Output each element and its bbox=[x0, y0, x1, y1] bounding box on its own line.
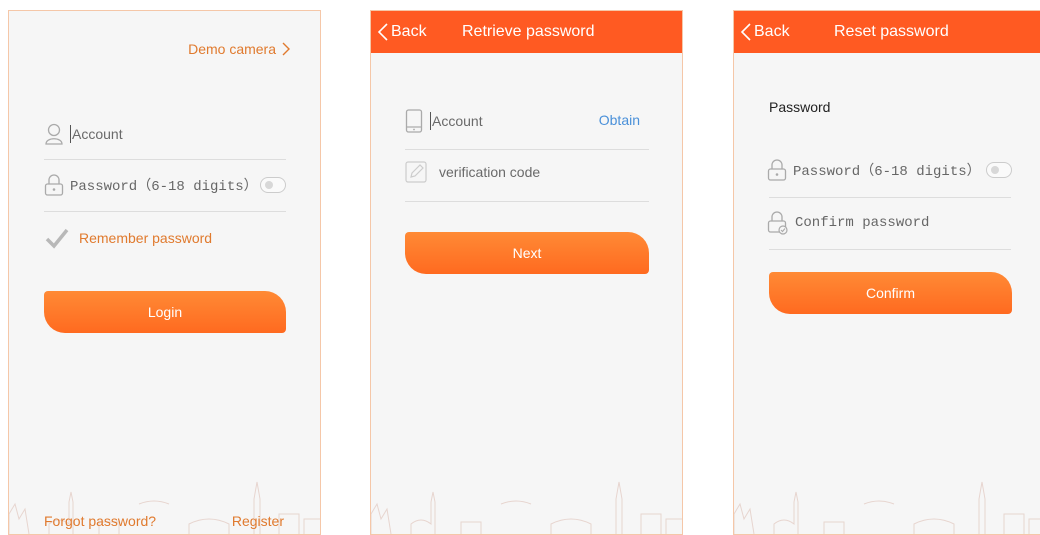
next-button[interactable]: Next bbox=[405, 232, 649, 274]
divider bbox=[44, 159, 286, 160]
password-field[interactable]: Password（6-18 digits） bbox=[44, 174, 258, 196]
page-title: Reset password bbox=[834, 23, 949, 40]
section-label: Password bbox=[769, 99, 831, 115]
demo-camera-link[interactable]: Demo camera bbox=[188, 41, 292, 57]
forgot-password-link[interactable]: Forgot password? bbox=[44, 513, 156, 529]
verification-code-input[interactable]: verification code bbox=[439, 164, 540, 180]
new-password-field[interactable]: Password（6-18 digits） bbox=[767, 159, 981, 181]
title-bar: Back Retrieve password bbox=[371, 11, 682, 53]
login-screen: Demo camera Account Password（6-18 digits… bbox=[8, 10, 321, 535]
city-skyline-decoration bbox=[734, 481, 1040, 534]
account-input[interactable]: Account bbox=[72, 126, 123, 142]
back-arrow-icon bbox=[740, 23, 751, 41]
register-link[interactable]: Register bbox=[232, 513, 284, 529]
confirm-password-field[interactable]: Confirm password bbox=[767, 211, 929, 235]
title-bar: Back Reset password bbox=[734, 11, 1040, 53]
back-arrow-icon bbox=[377, 23, 388, 41]
phone-icon bbox=[405, 109, 423, 133]
page-title: Retrieve password bbox=[462, 23, 595, 40]
divider bbox=[44, 211, 286, 212]
back-button[interactable]: Back bbox=[740, 11, 790, 53]
new-password-input[interactable]: Password（6-18 digits） bbox=[793, 160, 981, 180]
divider bbox=[769, 197, 1011, 198]
lock-icon bbox=[767, 159, 787, 181]
remember-password-checkbox[interactable]: Remember password bbox=[45, 227, 212, 249]
show-password-toggle[interactable] bbox=[986, 162, 1012, 178]
city-skyline-decoration bbox=[371, 481, 682, 534]
show-password-toggle[interactable] bbox=[260, 177, 286, 193]
verification-code-field[interactable]: verification code bbox=[405, 161, 540, 183]
divider bbox=[405, 149, 649, 150]
back-button[interactable]: Back bbox=[377, 11, 427, 53]
account-input[interactable]: Account bbox=[432, 113, 483, 129]
confirm-password-input[interactable]: Confirm password bbox=[795, 215, 929, 231]
account-field[interactable]: Account bbox=[405, 109, 483, 133]
lock-icon bbox=[44, 174, 64, 196]
checkmark-icon bbox=[45, 228, 69, 249]
confirm-button[interactable]: Confirm bbox=[769, 272, 1012, 314]
retrieve-password-screen: Back Retrieve password Account Obtain ve… bbox=[370, 10, 683, 535]
edit-icon bbox=[405, 161, 427, 183]
divider bbox=[405, 201, 649, 202]
obtain-code-button[interactable]: Obtain bbox=[599, 112, 640, 128]
lock-check-icon bbox=[767, 211, 788, 235]
user-icon bbox=[45, 123, 63, 145]
chevron-right-icon bbox=[282, 42, 290, 56]
reset-password-screen: Back Reset password Password Password（6-… bbox=[733, 10, 1040, 535]
password-input[interactable]: Password（6-18 digits） bbox=[70, 175, 258, 195]
divider bbox=[769, 249, 1011, 250]
login-button[interactable]: Login bbox=[44, 291, 286, 333]
account-field[interactable]: Account bbox=[44, 123, 123, 145]
